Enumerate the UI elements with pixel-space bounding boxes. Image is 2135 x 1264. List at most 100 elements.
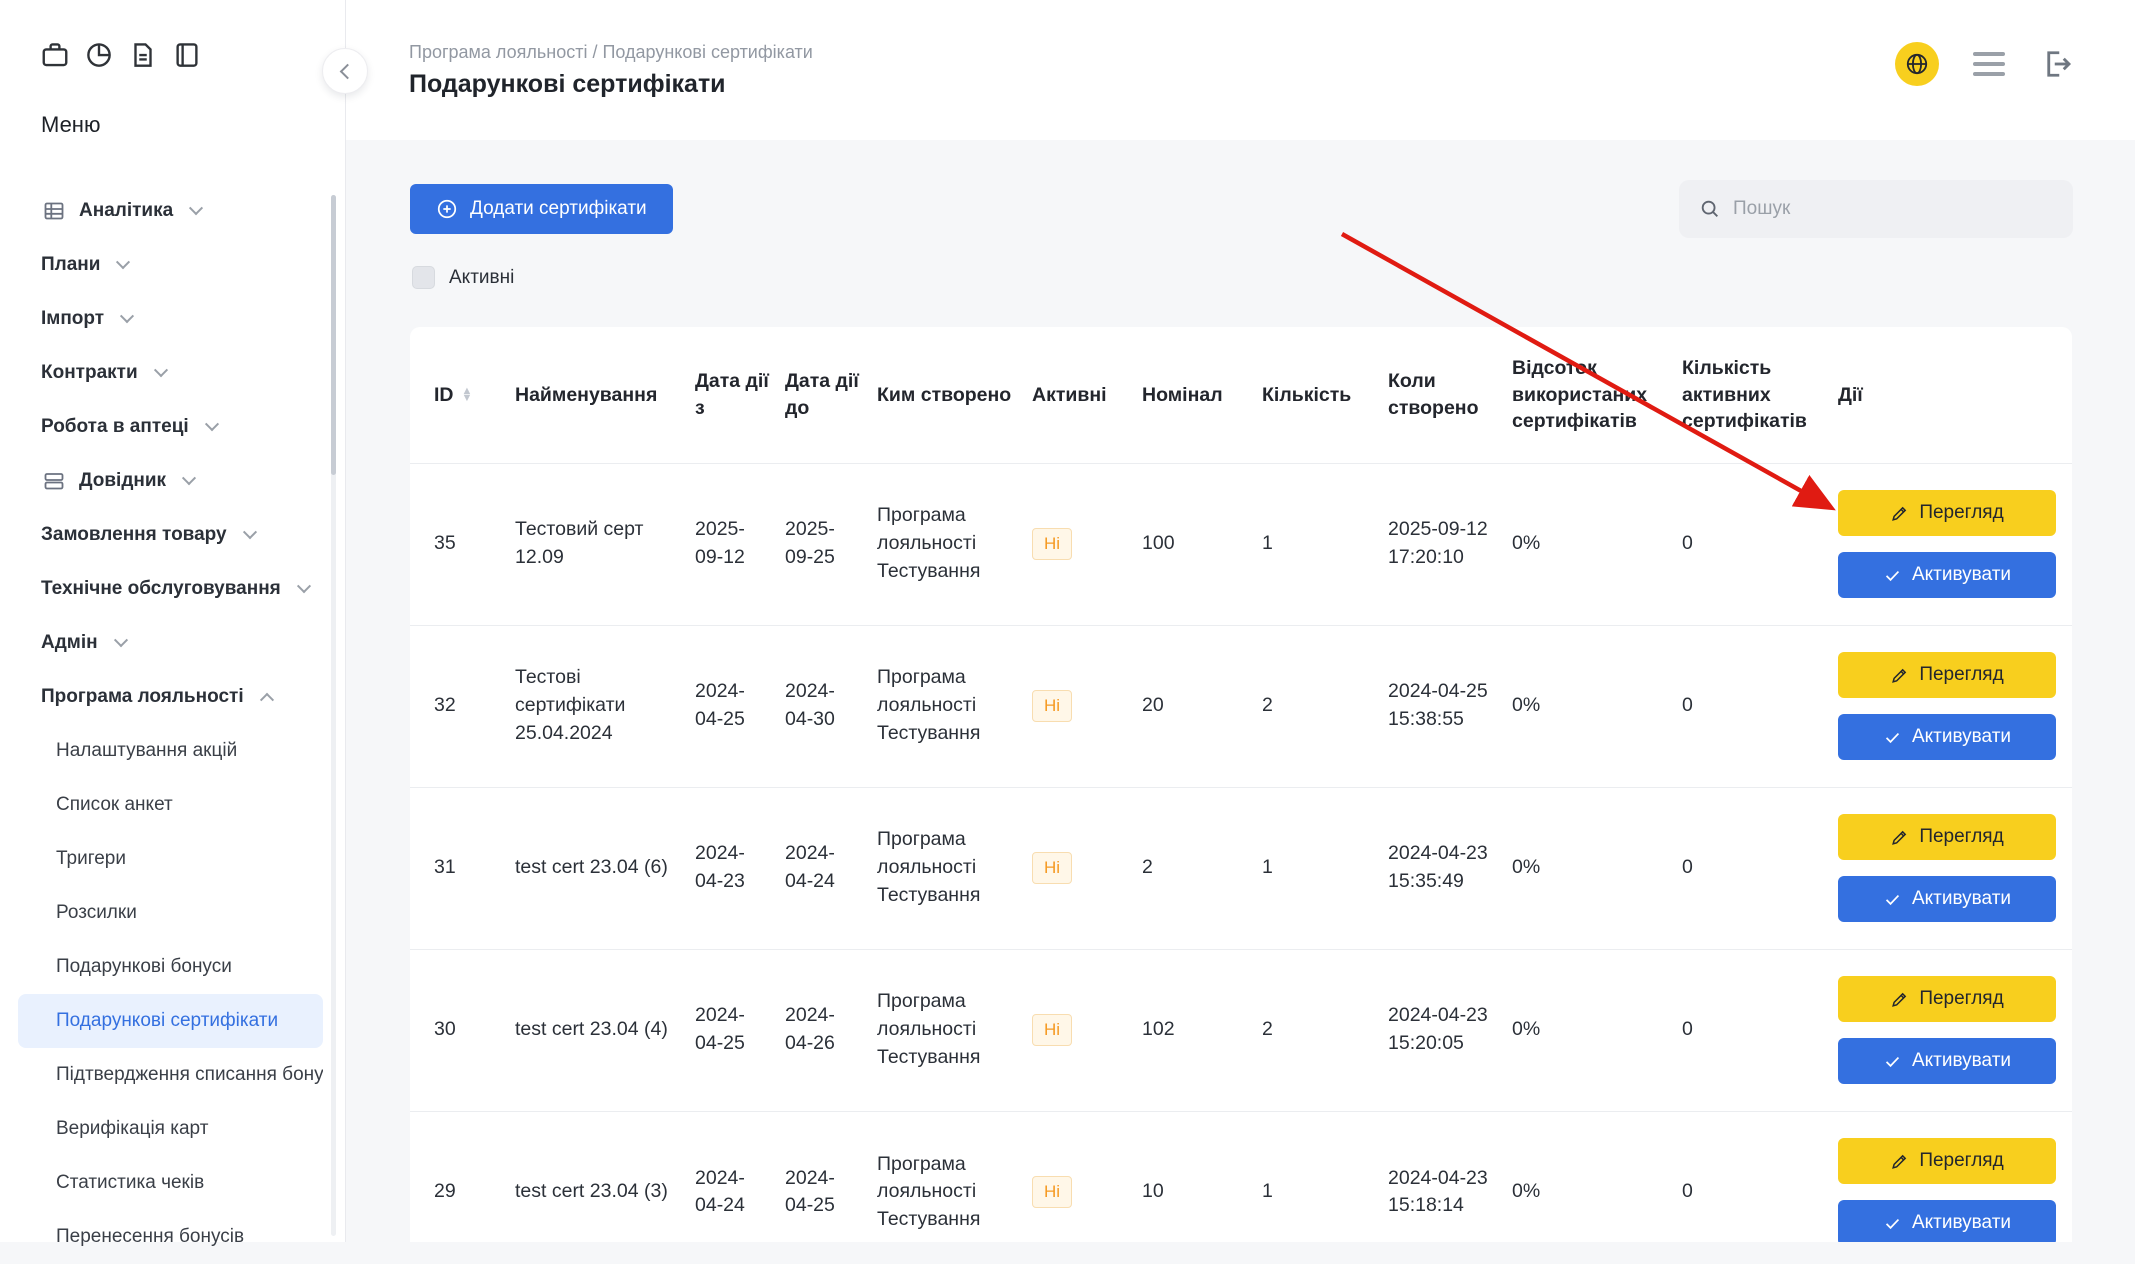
sidebar-item-admin[interactable]: Адмін	[0, 616, 345, 670]
cell-date-to: 2025-09-25	[785, 463, 877, 625]
subitem-label: Подарункові бонуси	[56, 956, 232, 978]
sidebar-subitem-bonus-transfer[interactable]: Перенесення бонусів	[18, 1210, 323, 1264]
sidebar-subitem-bonus-writeoff-confirm[interactable]: Підтвердження списання бону...	[18, 1048, 323, 1102]
sidebar-item-label: Плани	[41, 254, 100, 276]
cell-nominal: 100	[1142, 463, 1262, 625]
breadcrumb[interactable]: Програма лояльності / Подарункові сертиф…	[409, 42, 813, 63]
language-button[interactable]	[1895, 42, 1939, 86]
add-certificates-button[interactable]: Додати сертифікати	[410, 184, 673, 234]
sidebar-subitem-gift-bonuses[interactable]: Подарункові бонуси	[18, 940, 323, 994]
cell-quantity: 1	[1262, 787, 1388, 949]
activate-button[interactable]: Активувати	[1838, 714, 2056, 760]
activate-button[interactable]: Активувати	[1838, 1038, 2056, 1084]
sidebar-subitem-mailings[interactable]: Розсилки	[18, 886, 323, 940]
view-button[interactable]: Перегляд	[1838, 1138, 2056, 1184]
sidebar-item-plans[interactable]: Плани	[0, 238, 345, 292]
sidebar-subitem-receipt-statistics[interactable]: Статистика чеків	[18, 1156, 323, 1210]
subitem-label: Статистика чеків	[56, 1172, 204, 1194]
sidebar-item-loyalty-program[interactable]: Програма лояльності	[0, 670, 345, 724]
pie-chart-icon[interactable]	[84, 40, 114, 70]
page-header: Програма лояльності / Подарункові сертиф…	[346, 0, 2135, 140]
logout-button[interactable]	[2039, 46, 2075, 82]
cell-created-by: Програма лояльності Тестування	[877, 949, 1032, 1111]
view-button[interactable]: Перегляд	[1838, 490, 2056, 536]
chevron-down-icon	[154, 363, 168, 377]
cell-active: Ні	[1032, 1111, 1142, 1242]
sidebar-scrollbar-thumb[interactable]	[331, 195, 336, 475]
sidebar-item-label: Замовлення товару	[41, 524, 227, 546]
subitem-label: Підтвердження списання бону...	[56, 1064, 323, 1086]
cell-id: 30	[410, 949, 515, 1111]
search-icon	[1699, 198, 1721, 220]
sidebar-subitem-card-verification[interactable]: Верифікація карт	[18, 1102, 323, 1156]
activate-button[interactable]: Активувати	[1838, 1200, 2056, 1242]
column-active-count: Кількість активних сертифікатів	[1682, 327, 1838, 463]
activate-button[interactable]: Активувати	[1838, 552, 2056, 598]
cell-nominal: 102	[1142, 949, 1262, 1111]
view-button[interactable]: Перегляд	[1838, 814, 2056, 860]
sidebar-subitem-questionnaires[interactable]: Список анкет	[18, 778, 323, 832]
cell-quantity: 1	[1262, 1111, 1388, 1242]
cell-name: test cert 23.04 (4)	[515, 949, 695, 1111]
sidebar-item-pharmacy-work[interactable]: Робота в аптеці	[0, 400, 345, 454]
sidebar-item-import[interactable]: Імпорт	[0, 292, 345, 346]
document-icon[interactable]	[128, 40, 158, 70]
subitem-label: Перенесення бонусів	[56, 1226, 244, 1248]
sidebar-item-directory[interactable]: Довідник	[0, 454, 345, 508]
sidebar-item-goods-order[interactable]: Замовлення товару	[0, 508, 345, 562]
briefcase-icon[interactable]	[40, 40, 70, 70]
cell-nominal: 2	[1142, 787, 1262, 949]
cell-id: 35	[410, 463, 515, 625]
page-title: Подарункові сертифікати	[409, 70, 726, 99]
cell-created-by: Програма лояльності Тестування	[877, 787, 1032, 949]
view-button[interactable]: Перегляд	[1838, 652, 2056, 698]
table-row: 32 Тестові сертифікати 25.04.2024 2024-0…	[410, 625, 2072, 787]
cell-quantity: 1	[1262, 463, 1388, 625]
hamburger-icon	[1973, 52, 2005, 56]
cell-date-from: 2024-04-25	[695, 949, 785, 1111]
cell-created-at: 2024-04-25 15:38:55	[1388, 625, 1512, 787]
sort-icon[interactable]: ▲▼	[462, 388, 473, 402]
sidebar-item-analytics[interactable]: Аналітика	[0, 184, 345, 238]
cell-created-by: Програма лояльності Тестування	[877, 1111, 1032, 1242]
check-icon	[1883, 566, 1902, 585]
cell-active-count: 0	[1682, 625, 1838, 787]
pencil-icon	[1890, 990, 1909, 1009]
subitem-label: Налаштування акцій	[56, 740, 237, 762]
cell-name: Тестовий серт 12.09	[515, 463, 695, 625]
column-id: ID ▲▼	[410, 327, 515, 463]
cell-id: 29	[410, 1111, 515, 1242]
plus-circle-icon	[436, 198, 458, 220]
cell-percent-used: 0%	[1512, 463, 1682, 625]
subitem-label: Тригери	[56, 848, 126, 870]
hamburger-menu-button[interactable]	[1973, 48, 2005, 80]
book-icon[interactable]	[172, 40, 202, 70]
cell-active-count: 0	[1682, 787, 1838, 949]
sidebar-item-contracts[interactable]: Контракти	[0, 346, 345, 400]
add-button-label: Додати сертифікати	[470, 198, 647, 220]
sidebar-subitem-promo-settings[interactable]: Налаштування акцій	[18, 724, 323, 778]
cell-date-to: 2024-04-25	[785, 1111, 877, 1242]
cell-date-from: 2024-04-25	[695, 625, 785, 787]
cell-percent-used: 0%	[1512, 1111, 1682, 1242]
activate-button[interactable]: Активувати	[1838, 876, 2056, 922]
table-row: 29 test cert 23.04 (3) 2024-04-24 2024-0…	[410, 1111, 2072, 1242]
cell-name: test cert 23.04 (6)	[515, 787, 695, 949]
cell-active-count: 0	[1682, 1111, 1838, 1242]
sidebar-subitem-gift-certificates[interactable]: Подарункові сертифікати	[18, 994, 323, 1048]
sidebar-collapse-button[interactable]	[322, 48, 368, 94]
cell-date-from: 2025-09-12	[695, 463, 785, 625]
table-row: 35 Тестовий серт 12.09 2025-09-12 2025-0…	[410, 463, 2072, 625]
subitem-label: Верифікація карт	[56, 1118, 208, 1140]
sidebar-item-maintenance[interactable]: Технічне обслуговування	[0, 562, 345, 616]
column-name: Найменування	[515, 327, 695, 463]
status-badge: Ні	[1032, 690, 1072, 722]
sidebar-subitem-triggers[interactable]: Тригери	[18, 832, 323, 886]
main-content: Додати сертифікати Активні ID ▲▼ Наймену…	[346, 140, 2135, 1242]
search-input[interactable]	[1733, 198, 2053, 220]
chevron-up-icon	[260, 693, 274, 707]
view-button[interactable]: Перегляд	[1838, 976, 2056, 1022]
active-filter-checkbox[interactable]	[412, 266, 435, 289]
certificates-table: ID ▲▼ Найменування Дата дії з Дата дії д…	[410, 327, 2072, 1242]
cell-date-to: 2024-04-24	[785, 787, 877, 949]
